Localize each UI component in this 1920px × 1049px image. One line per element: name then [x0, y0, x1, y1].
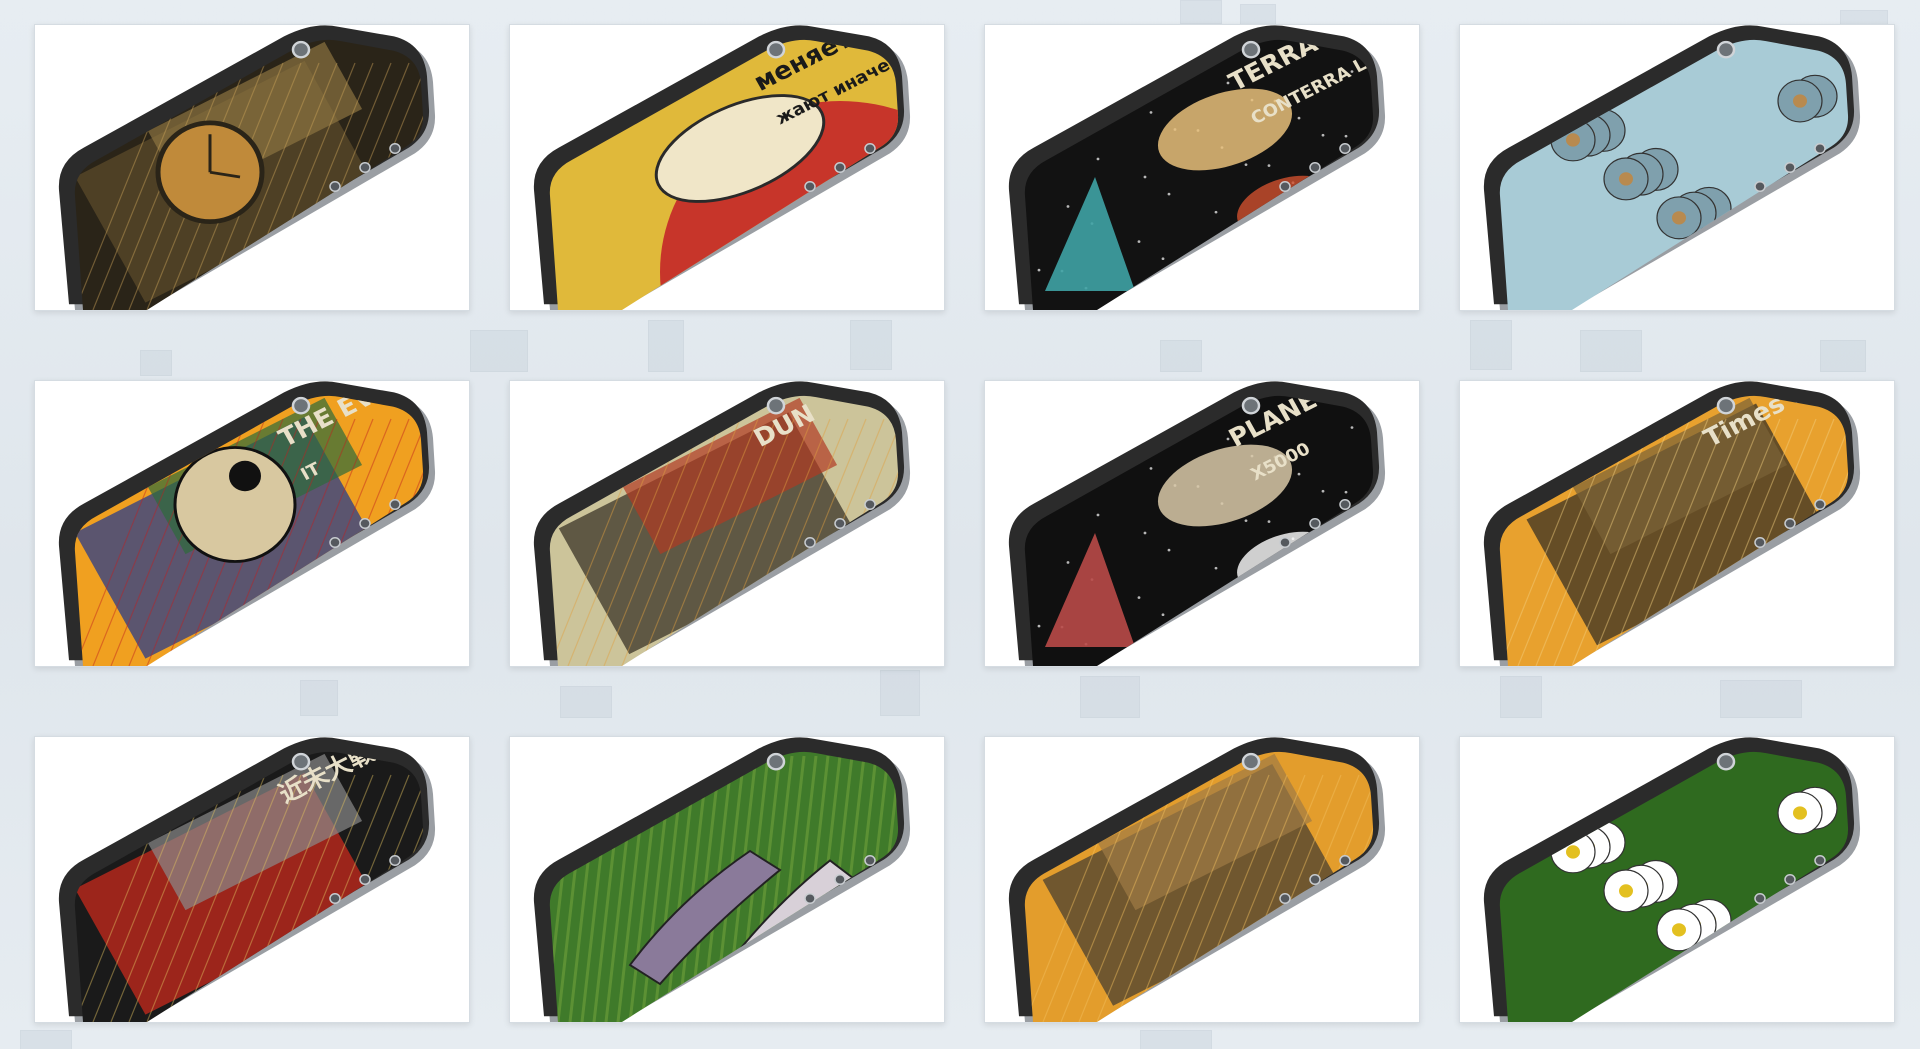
background-thumbnail: [1180, 0, 1222, 24]
side-button-icon: [804, 893, 816, 904]
side-button-icon: [1339, 855, 1351, 866]
side-button-icon: [1814, 143, 1826, 154]
camera-lens-icon: [1716, 396, 1736, 415]
side-button-icon: [1279, 893, 1291, 904]
camera-lens-icon: [766, 40, 786, 59]
side-button-icon: [329, 181, 341, 192]
side-button-icon: [1754, 181, 1766, 192]
side-button-icon: [359, 162, 371, 173]
side-button-icon: [1814, 499, 1826, 510]
phone-case-image: меняетсяжают иначе жизнь: [533, 25, 911, 310]
phone-case-image: [1008, 737, 1386, 1022]
camera-lens-icon: [1241, 396, 1261, 415]
case-card-planet-x5000[interactable]: PLANET X5000: [984, 380, 1420, 667]
case-card-orange-machine[interactable]: [984, 736, 1420, 1023]
camera-lens-icon: [1716, 40, 1736, 59]
camera-lens-icon: [1241, 40, 1261, 59]
side-button-icon: [1754, 893, 1766, 904]
case-card-clock[interactable]: [34, 24, 470, 311]
side-button-icon: [1814, 855, 1826, 866]
side-button-icon: [389, 143, 401, 154]
case-gallery-grid: меняется жают иначе жизнь TERRA CONTERRA LO…: [34, 24, 1895, 1023]
case-card-socks-on-grass[interactable]: [509, 736, 945, 1023]
camera-lens-icon: [766, 752, 786, 771]
camera-lens-icon: [291, 396, 311, 415]
side-button-icon: [1339, 499, 1351, 510]
phone-case-image: 近未大戦争: [58, 737, 436, 1022]
side-button-icon: [1754, 537, 1766, 548]
side-button-icon: [1279, 537, 1291, 548]
side-button-icon: [864, 143, 876, 154]
camera-lens-icon: [1241, 752, 1261, 771]
case-card-japanese-poster[interactable]: 近未大戦争: [34, 736, 470, 1023]
side-button-icon: [804, 537, 816, 548]
side-button-icon: [359, 518, 371, 529]
side-button-icon: [804, 181, 816, 192]
background-thumbnail: [20, 1030, 72, 1049]
side-button-icon: [1309, 518, 1321, 529]
background-thumbnail: [1240, 4, 1276, 26]
case-card-blossoms[interactable]: [1459, 24, 1895, 311]
side-button-icon: [329, 893, 341, 904]
case-card-times-square[interactable]: Times Square: [1459, 380, 1895, 667]
side-button-icon: [1784, 162, 1796, 173]
phone-case-image: [1483, 25, 1861, 310]
side-button-icon: [1309, 162, 1321, 173]
background-thumbnail: [1140, 1030, 1212, 1049]
case-card-terra-poster[interactable]: TERRA CONTERRA LOAD: [984, 24, 1420, 311]
side-button-icon: [389, 499, 401, 510]
phone-case-image: [58, 25, 436, 310]
side-button-icon: [1339, 143, 1351, 154]
side-button-icon: [864, 855, 876, 866]
side-button-icon: [329, 537, 341, 548]
phone-case-image: Times Square: [1483, 381, 1861, 666]
phone-case-image: [1483, 737, 1861, 1022]
phone-case-image: TERRACONTERRA LOAD: [1008, 25, 1386, 310]
phone-case-image: PLANETX5000: [1008, 381, 1386, 666]
case-card-russian-poster[interactable]: меняется жают иначе жизнь: [509, 24, 945, 311]
case-card-eye-monster[interactable]: THE EVENT OF OUR TIMEIT: [34, 380, 470, 667]
side-button-icon: [834, 162, 846, 173]
case-card-building-sign[interactable]: DUN: [509, 380, 945, 667]
side-button-icon: [1784, 874, 1796, 885]
camera-lens-icon: [291, 752, 311, 771]
side-button-icon: [1279, 181, 1291, 192]
phone-case-image: DUN: [533, 381, 911, 666]
phone-case-image: THE EVENT OF OUR TIMEIT: [58, 381, 436, 666]
side-button-icon: [1784, 518, 1796, 529]
side-button-icon: [834, 518, 846, 529]
camera-lens-icon: [766, 396, 786, 415]
side-button-icon: [834, 874, 846, 885]
side-button-icon: [1309, 874, 1321, 885]
side-button-icon: [389, 855, 401, 866]
camera-lens-icon: [291, 40, 311, 59]
side-button-icon: [864, 499, 876, 510]
phone-case-image: [533, 737, 911, 1022]
side-button-icon: [359, 874, 371, 885]
camera-lens-icon: [1716, 752, 1736, 771]
case-card-daffodils[interactable]: [1459, 736, 1895, 1023]
